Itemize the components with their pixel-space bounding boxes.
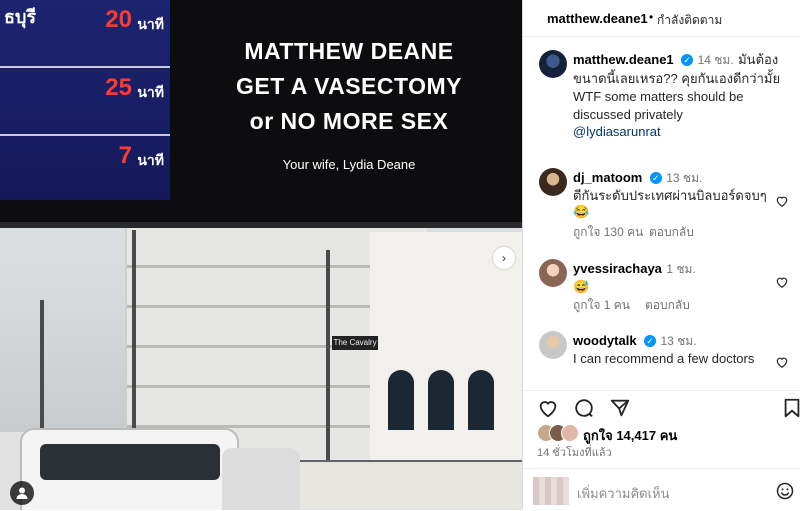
- comment-likes[interactable]: ถูกใจ 130 คน: [573, 223, 643, 242]
- utility-pole: [326, 250, 330, 460]
- comment-item: yvessirachaya 1 ชม. 😅 ถูกใจ 1 คน ตอบกลับ: [523, 259, 800, 315]
- comment-item: dj_matoom ✓ 13 ชม. ตีกันระดับประเทศผ่านบ…: [523, 168, 800, 239]
- post-header: matthew.deane1 • กำลังติดตาม: [523, 0, 800, 37]
- timer-unit: นาที: [137, 84, 164, 100]
- avatar[interactable]: [539, 50, 567, 78]
- post-time-ago[interactable]: 14 ชั่วโมงที่แล้ว: [537, 443, 612, 461]
- timer-row: 20 นาที: [0, 0, 170, 68]
- next-image-button[interactable]: ›: [493, 247, 515, 269]
- header-separator: •: [649, 10, 654, 24]
- comment-text: ตีกันระดับประเทศผ่านบิลบอร์ดจบๆ😂: [573, 188, 767, 219]
- current-user-avatar: [533, 477, 569, 505]
- comment-text: 😅: [573, 279, 590, 294]
- liker-avatar: [561, 424, 579, 442]
- avatar[interactable]: [539, 168, 567, 196]
- billboard-signature: Your wife, Lydia Deane: [282, 157, 416, 172]
- road-barrier: [280, 462, 522, 510]
- shop-sign: The Cavalry: [332, 336, 378, 350]
- comment-time: 13 ชม.: [666, 171, 703, 185]
- timer-panel: ธบุรี 20 นาที 25 นาที 7 นาที: [0, 0, 170, 200]
- timer-row: 25 นาที: [0, 68, 170, 136]
- smile-icon[interactable]: [775, 481, 795, 501]
- avatar[interactable]: [539, 259, 567, 287]
- timer-row: 7 นาที: [0, 136, 170, 202]
- comment-time: 1 ชม.: [666, 262, 696, 276]
- billboard-line: MATTHEW DEANE: [244, 38, 454, 64]
- billboard: ธบุรี 20 นาที 25 นาที 7 นาที MATTHEW DEA…: [0, 0, 522, 228]
- add-comment-input[interactable]: เพิ่มความคิดเห็น: [577, 483, 670, 504]
- timer-value: 20: [105, 6, 132, 33]
- verified-badge-icon: ✓: [644, 335, 657, 347]
- caption-body: matthew.deane1 ✓ 14 ชม. มันต้องขนาดนี้เล…: [573, 51, 789, 140]
- add-comment-bar: เพิ่มความคิดเห็น: [523, 468, 800, 511]
- post-photo[interactable]: The Cavalry ธบุรี 20 นาที 25 นาที 7 นาที…: [0, 0, 522, 510]
- comment-time: 13 ชม.: [660, 334, 697, 348]
- share-icon[interactable]: [609, 397, 631, 419]
- timer-value: 25: [105, 74, 132, 101]
- comment-item: woodytalk ✓ 13 ชม. I can recommend a few…: [523, 331, 800, 383]
- billboard-line: or NO MORE SEX: [249, 108, 449, 134]
- tagged-users-button[interactable]: [10, 481, 34, 505]
- reply-button[interactable]: ตอบกลับ: [645, 296, 690, 315]
- following-button[interactable]: กำลังติดตาม: [657, 11, 722, 30]
- comment-icon[interactable]: [573, 397, 595, 419]
- post-sidebar: matthew.deane1 • กำลังติดตาม matthew.dea…: [522, 0, 800, 510]
- heart-icon[interactable]: [775, 275, 789, 289]
- avatar[interactable]: [539, 331, 567, 359]
- post-actions: [523, 390, 800, 423]
- comment-text: I can recommend a few doctors: [573, 351, 755, 366]
- comment-body: dj_matoom ✓ 13 ชม. ตีกันระดับประเทศผ่านบ…: [573, 169, 769, 220]
- comment-body: woodytalk ✓ 13 ชม. I can recommend a few…: [573, 332, 769, 367]
- timer-unit: นาที: [137, 152, 164, 168]
- timer-unit: นาที: [137, 16, 164, 32]
- comment-username[interactable]: dj_matoom: [573, 170, 642, 185]
- heart-icon[interactable]: [775, 194, 789, 208]
- bookmark-icon[interactable]: [781, 397, 800, 419]
- caption-mention[interactable]: @lydiasarunrat: [573, 124, 789, 140]
- like-heart-icon[interactable]: [537, 397, 559, 419]
- comment-likes[interactable]: ถูกใจ 1 คน: [573, 296, 630, 315]
- utility-pole: [132, 230, 136, 460]
- verified-badge-icon: ✓: [681, 54, 694, 66]
- timer-value: 7: [118, 142, 132, 169]
- car: [222, 448, 300, 510]
- van: [20, 428, 239, 510]
- caption-username[interactable]: matthew.deane1: [573, 52, 674, 67]
- header-username[interactable]: matthew.deane1: [547, 11, 648, 26]
- caption: matthew.deane1 ✓ 14 ชม. มันต้องขนาดนี้เล…: [523, 48, 800, 139]
- comment-username[interactable]: woodytalk: [573, 333, 637, 348]
- billboard-message: MATTHEW DEANE GET A VASECTOMY or NO MORE…: [176, 34, 522, 172]
- heart-icon[interactable]: [775, 355, 789, 369]
- reply-button[interactable]: ตอบกลับ: [649, 223, 694, 242]
- verified-badge-icon: ✓: [649, 172, 662, 184]
- comment-body: yvessirachaya 1 ชม. 😅: [573, 260, 769, 295]
- comment-username[interactable]: yvessirachaya: [573, 261, 662, 276]
- chevron-right-icon: ›: [502, 251, 506, 265]
- user-icon: [16, 487, 28, 499]
- billboard-line: GET A VASECTOMY: [235, 73, 463, 99]
- caption-time: 14 ชม.: [697, 53, 734, 67]
